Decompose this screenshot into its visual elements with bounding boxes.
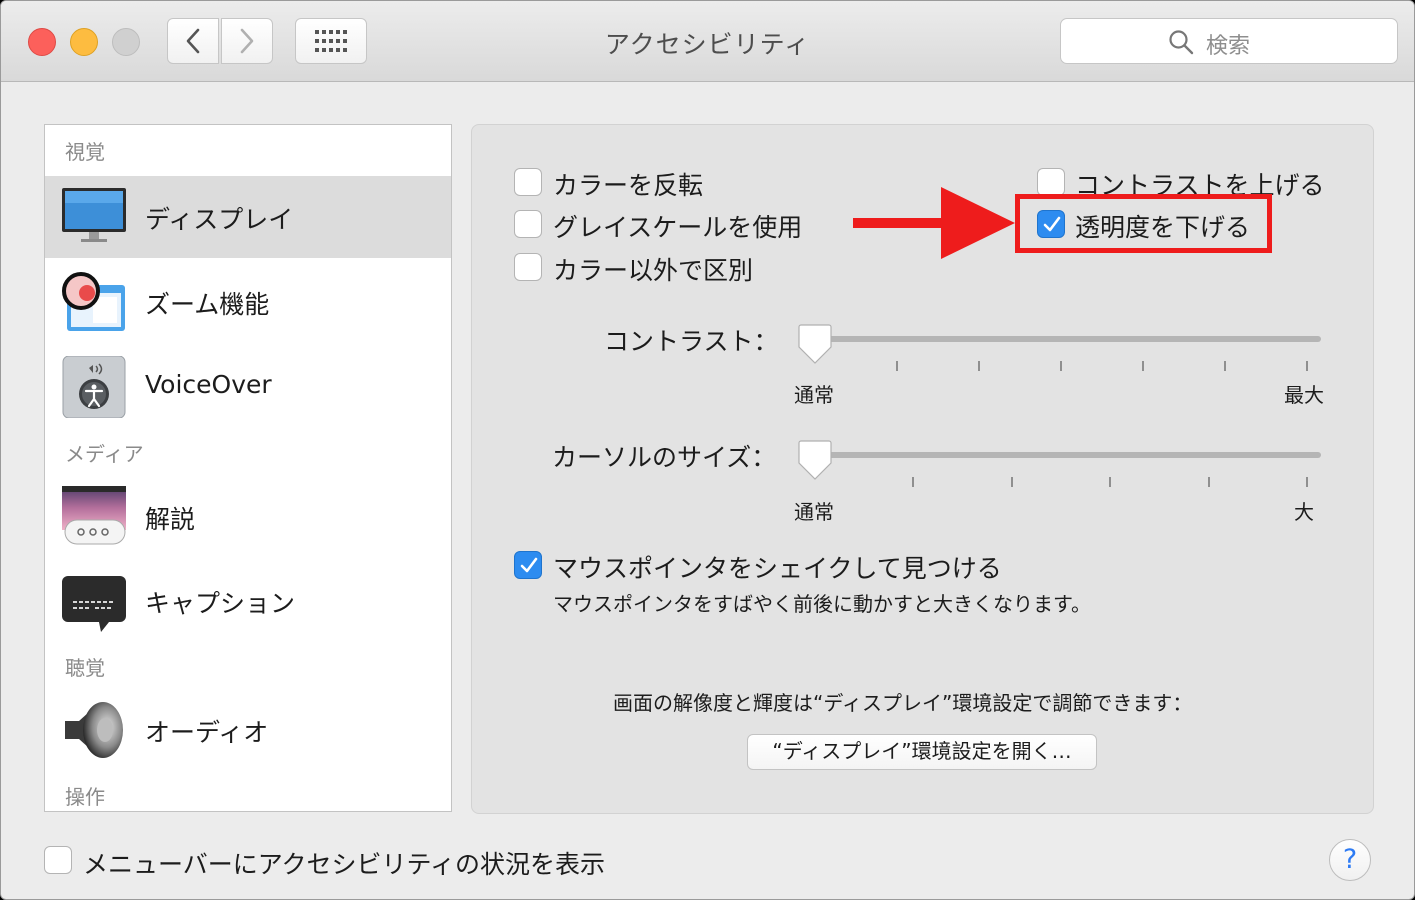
shake-pointer-label: マウスポインタをシェイクして見つける: [553, 554, 1002, 583]
sidebar-item-display[interactable]: ディスプレイ: [45, 176, 451, 258]
display-settings-note: 画面の解像度と輝度は“ディスプレイ”環境設定で調節できます：: [613, 691, 1193, 715]
shake-pointer-checkbox[interactable]: [514, 551, 542, 579]
increase-contrast-checkbox[interactable]: [1037, 168, 1065, 196]
cursor-size-slider-track[interactable]: [801, 452, 1321, 458]
cursor-size-tick: [1011, 477, 1013, 487]
menubar-status-checkbox[interactable]: [44, 846, 72, 874]
section-heading-vision: 視覚: [65, 140, 105, 164]
search-placeholder: 検索: [1206, 34, 1251, 59]
section-heading-media: メディア: [65, 442, 144, 466]
sidebar-item-voiceover[interactable]: VoiceOver: [45, 346, 451, 428]
sidebar-item-label: ズーム機能: [145, 290, 270, 319]
sidebar-item-descriptions[interactable]: 解説: [45, 476, 451, 558]
cursor-size-tick: [1306, 477, 1308, 487]
contrast-max-label: 最大: [1284, 383, 1324, 407]
contrast-tick: [1306, 361, 1308, 371]
captions-icon: [62, 576, 126, 632]
sidebar-item-label: VoiceOver: [145, 370, 272, 399]
title-bar: アクセシビリティ 検索: [1, 1, 1414, 82]
checkmark-icon: [520, 557, 538, 573]
invert-colors-checkbox[interactable]: [514, 168, 542, 196]
contrast-tick: [896, 361, 898, 371]
voiceover-icon: [62, 356, 126, 418]
cursor-size-max-label: 大: [1294, 500, 1314, 524]
invert-colors-label: カラーを反転: [553, 171, 704, 200]
sidebar-item-captions[interactable]: キャプション: [45, 560, 451, 642]
contrast-slider-track[interactable]: [801, 336, 1321, 342]
contrast-tick: [1142, 361, 1144, 371]
search-field[interactable]: 検索: [1060, 18, 1398, 64]
highlight-box: [1015, 194, 1272, 253]
differentiate-checkbox[interactable]: [514, 253, 542, 281]
zoom-icon: [62, 272, 125, 331]
sidebar-item-zoom[interactable]: ズーム機能: [45, 261, 451, 343]
cursor-size-min-label: 通常: [794, 500, 834, 524]
search-icon: [1169, 30, 1194, 55]
contrast-tick: [1224, 361, 1226, 371]
sidebar-item-label: ディスプレイ: [145, 205, 294, 234]
contrast-tick: [1060, 361, 1062, 371]
help-button[interactable]: ?: [1329, 839, 1371, 881]
speaker-icon: [65, 702, 123, 758]
menubar-status-label: メニューバーにアクセシビリティの状況を表示: [83, 850, 606, 879]
sidebar-item-audio[interactable]: オーディオ: [45, 689, 451, 771]
preferences-window: アクセシビリティ 検索 視覚 ディスプレイ ズーム機能 VoiceOver メデ…: [0, 0, 1415, 900]
open-display-preferences-button[interactable]: “ディスプレイ”環境設定を開く…: [747, 734, 1097, 770]
sidebar-item-label: キャプション: [145, 589, 296, 618]
cursor-size-tick: [1109, 477, 1111, 487]
section-heading-interaction: 操作: [65, 785, 105, 809]
sidebar-item-label: オーディオ: [145, 718, 269, 747]
shake-pointer-description: マウスポインタをすばやく前後に動かすと大きくなります。: [553, 592, 1091, 616]
cursor-size-tick: [912, 477, 914, 487]
sidebar-item-label: 解説: [145, 505, 196, 534]
contrast-slider-thumb[interactable]: [797, 323, 833, 365]
cursor-size-slider-label: カーソルのサイズ：: [552, 443, 777, 472]
cursor-size-tick: [1208, 477, 1210, 487]
sidebar[interactable]: 視覚 ディスプレイ ズーム機能 VoiceOver メディア 解説 キャプション…: [44, 124, 452, 812]
descriptions-icon: [62, 486, 126, 545]
red-arrow-icon: [853, 187, 1015, 259]
cursor-size-slider-thumb[interactable]: [797, 439, 833, 481]
display-icon: [62, 188, 126, 242]
differentiate-label: カラー以外で区別: [553, 256, 754, 285]
contrast-tick: [978, 361, 980, 371]
grayscale-checkbox[interactable]: [514, 210, 542, 238]
section-heading-hearing: 聴覚: [65, 656, 105, 680]
grayscale-label: グレイスケールを使用: [553, 213, 803, 242]
contrast-slider-label: コントラスト：: [604, 327, 779, 356]
contrast-min-label: 通常: [794, 383, 834, 407]
